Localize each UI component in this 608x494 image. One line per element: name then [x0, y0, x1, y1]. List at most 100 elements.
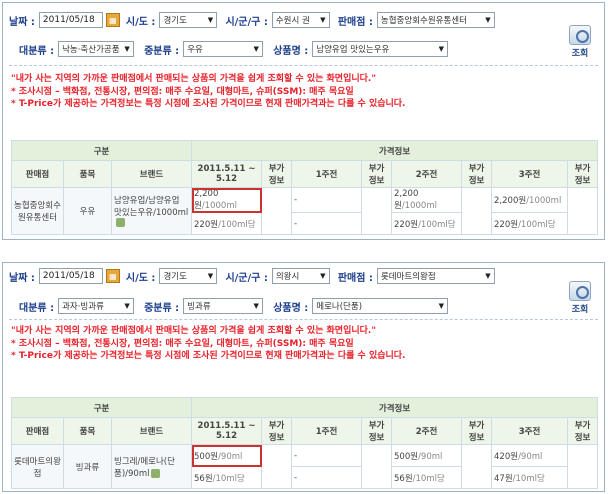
category-major-select[interactable]: 낙농·축산가공품 ▼ — [58, 41, 135, 57]
table-row: 롯데마트의왕점 빙과류 빙그레/메로나(단품)/90ml 500원/90ml -… — [11, 444, 599, 489]
category-middle-select[interactable]: 빙과류 ▼ — [183, 298, 264, 314]
vat-col-header: 부가 정보 — [567, 417, 599, 445]
sido-label: 시/도 : — [125, 272, 156, 284]
vat-cell — [567, 187, 599, 235]
week1-unit-price-cell: - — [291, 212, 363, 235]
vat-col-header: 부가 정보 — [361, 160, 393, 188]
vat-cell — [261, 444, 293, 489]
price-table: 구분 가격정보 판매점 품목 브랜드 2011.5.11 ~ 5.12 부가 정… — [10, 397, 599, 489]
search-button[interactable]: 조회 — [564, 25, 596, 59]
sido-label: 시/도 : — [125, 16, 156, 28]
week3-unit-price-cell: 220원/100ml당 — [491, 212, 569, 235]
category-major-select[interactable]: 과자·빙과류 ▼ — [58, 298, 135, 314]
product-select[interactable]: 남양유업 맛있는우유 ▼ — [312, 41, 449, 57]
week2-price-cell: 2,200원/1000ml — [391, 187, 463, 213]
brand-cell[interactable]: 남양유업/남양유업 맛있는우유/1000ml — [110, 187, 193, 235]
brand-cell[interactable]: 빙그레/메로나(단품)/90ml — [110, 444, 193, 489]
date-label: 날짜 : — [9, 16, 35, 28]
notice-text: "내가 사는 지역의 가까운 판매점에서 판매되는 상품의 가격을 쉽게 조회할… — [11, 326, 406, 361]
vat-cell — [361, 444, 393, 489]
product-label: 상품명 : — [273, 45, 309, 57]
store-select[interactable]: 농협중앙회수원유통센터 ▼ — [376, 12, 495, 28]
item-cell: 빙과류 — [63, 444, 112, 489]
vat-cell — [361, 187, 393, 235]
week3-price-cell: 420원/90ml — [491, 444, 569, 467]
category-middle-select[interactable]: 우유 ▼ — [183, 41, 264, 57]
week3-col-header: 3주전 — [491, 160, 569, 188]
chevron-down-icon: ▼ — [485, 272, 491, 280]
week2-col-header: 2주전 — [391, 160, 463, 188]
sigungu-select[interactable]: 수원시 권 ▼ — [271, 12, 330, 28]
product-label: 상품명 : — [273, 302, 309, 314]
current-unit-price-cell: 56원/10ml당 — [191, 466, 263, 489]
vat-col-header: 부가 정보 — [261, 417, 293, 445]
group-header: 구분 — [10, 397, 193, 418]
vat-cell — [461, 444, 493, 489]
week2-unit-price-cell: 56원/10ml당 — [391, 466, 463, 489]
vat-col-header: 부가 정보 — [261, 160, 293, 188]
category-middle-label: 중분류 : — [144, 302, 180, 314]
vat-cell — [567, 444, 599, 489]
chevron-down-icon: ▼ — [438, 45, 444, 53]
store-cell: 농협중앙회수원유통센터 — [11, 187, 64, 235]
date-col-header: 2011.5.11 ~ 5.12 — [191, 160, 263, 188]
store-col-header: 판매점 — [11, 160, 64, 188]
search-button[interactable]: 조회 — [564, 281, 596, 315]
magnify-icon[interactable] — [151, 468, 161, 478]
category-major-label: 대분류 : — [19, 45, 55, 57]
item-col-header: 품목 — [63, 160, 112, 188]
divider — [9, 65, 598, 66]
store-cell: 롯데마트의왕점 — [11, 444, 64, 489]
week2-unit-price-cell: 220원/100ml당 — [391, 212, 463, 235]
store-col-header: 판매점 — [11, 417, 64, 445]
divider — [9, 319, 598, 320]
group-header: 구분 — [10, 140, 193, 161]
week1-col-header: 1주전 — [291, 160, 363, 188]
date-input[interactable]: 2011/05/18 — [38, 268, 103, 284]
week1-price-cell: - — [291, 187, 363, 213]
vat-col-header: 부가 정보 — [567, 160, 599, 188]
week2-price-cell: 500원/90ml — [391, 444, 463, 467]
price-search-panel-1: 날짜 : 2011/05/18 ▦ 시/도 : 경기도 ▼ 시/군/구 : 수원시… — [2, 2, 605, 240]
calendar-icon[interactable]: ▦ — [105, 269, 120, 283]
category-middle-label: 중분류 : — [144, 45, 180, 57]
chevron-down-icon: ▼ — [320, 16, 326, 24]
week1-col-header: 1주전 — [291, 417, 363, 445]
item-col-header: 품목 — [63, 417, 112, 445]
table-row: 농협중앙회수원유통센터 우유 남양유업/남양유업 맛있는우유/1000ml 2,… — [11, 187, 599, 235]
week2-col-header: 2주전 — [391, 417, 463, 445]
brand-col-header: 브랜드 — [110, 160, 193, 188]
date-col-header: 2011.5.11 ~ 5.12 — [191, 417, 263, 445]
vat-col-header: 부가 정보 — [461, 417, 493, 445]
chevron-down-icon: ▼ — [124, 45, 130, 53]
brand-col-header: 브랜드 — [110, 417, 193, 445]
date-label: 날짜 : — [9, 272, 35, 284]
chevron-down-icon: ▼ — [124, 302, 130, 310]
sigungu-label: 시/군/구 : — [225, 16, 268, 28]
week3-unit-price-cell: 47원/10ml당 — [491, 466, 569, 489]
product-select[interactable]: 메로나(단품) ▼ — [312, 298, 449, 314]
store-select[interactable]: 롯데마트의왕점 ▼ — [376, 268, 495, 284]
category-major-label: 대분류 : — [19, 302, 55, 314]
date-input[interactable]: 2011/05/18 — [38, 12, 103, 28]
sigungu-label: 시/군/구 : — [225, 272, 268, 284]
item-cell: 우유 — [63, 187, 112, 235]
sido-select[interactable]: 경기도 ▼ — [159, 12, 218, 28]
calendar-icon[interactable]: ▦ — [105, 13, 120, 27]
sido-select[interactable]: 경기도 ▼ — [159, 268, 218, 284]
price-table: 구분 가격정보 판매점 품목 브랜드 2011.5.11 ~ 5.12 부가 정… — [10, 140, 599, 235]
price-search-panel-2: 날짜 : 2011/05/18 ▦ 시/도 : 경기도 ▼ 시/군/구 : 의왕시… — [2, 262, 605, 492]
magnify-icon[interactable] — [116, 218, 125, 227]
current-price-cell: 2,200원/1000ml — [191, 187, 263, 213]
vat-cell — [261, 187, 293, 235]
current-unit-price-cell: 220원/100ml당 — [191, 212, 263, 235]
chevron-down-icon: ▼ — [320, 272, 326, 280]
chevron-down-icon: ▼ — [253, 45, 259, 53]
store-label: 판매점 : — [337, 16, 373, 28]
sigungu-select[interactable]: 의왕시 ▼ — [271, 268, 330, 284]
chevron-down-icon: ▼ — [207, 16, 214, 24]
store-label: 판매점 : — [337, 272, 373, 284]
chevron-down-icon: ▼ — [438, 302, 444, 310]
vat-col-header: 부가 정보 — [461, 160, 493, 188]
week3-col-header: 3주전 — [491, 417, 569, 445]
